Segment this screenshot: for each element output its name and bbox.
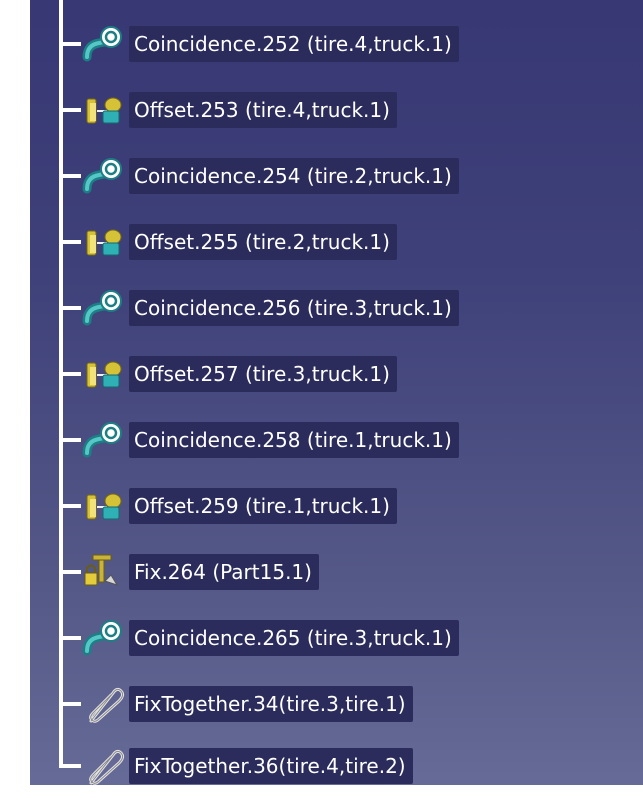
specification-tree-viewport: Coincidence.252 (tire.4,truck.1) Offset.… (0, 0, 643, 801)
coincidence-icon (81, 617, 127, 659)
tree-branch-line (59, 438, 81, 442)
tree-node-coincidence-258[interactable]: Coincidence.258 (tire.1,truck.1) (59, 418, 619, 462)
coincidence-icon (81, 23, 127, 65)
tree-node-label[interactable]: Coincidence.254 (tire.2,truck.1) (129, 158, 459, 194)
tree-branch-line (59, 702, 81, 706)
paperclip-icon (81, 683, 127, 725)
tree-node-label[interactable]: Offset.257 (tire.3,truck.1) (129, 356, 397, 392)
tree-node-offset-257[interactable]: Offset.257 (tire.3,truck.1) (59, 352, 619, 396)
tree-branch-line (59, 306, 81, 310)
coincidence-icon (81, 419, 127, 461)
tree-node-label[interactable]: Fix.264 (Part15.1) (129, 554, 319, 590)
tree-node-offset-259[interactable]: Offset.259 (tire.1,truck.1) (59, 484, 619, 528)
tree-node-fixtogether-34[interactable]: FixTogether.34(tire.3,tire.1) (59, 682, 619, 726)
tree-node-offset-255[interactable]: Offset.255 (tire.2,truck.1) (59, 220, 619, 264)
tree-branch-line (59, 108, 81, 112)
tree-node-label[interactable]: Offset.253 (tire.4,truck.1) (129, 92, 397, 128)
tree-branch-line (59, 764, 81, 768)
tree-node-label[interactable]: Coincidence.265 (tire.3,truck.1) (129, 620, 459, 656)
tree-node-label[interactable]: Coincidence.256 (tire.3,truck.1) (129, 290, 459, 326)
tree-node-label[interactable]: Offset.255 (tire.2,truck.1) (129, 224, 397, 260)
tree-node-label[interactable]: FixTogether.36(tire.4,tire.2) (129, 748, 413, 784)
tree-node-fixtogether-36[interactable]: FixTogether.36(tire.4,tire.2) (59, 744, 619, 788)
tree-node-label[interactable]: Coincidence.258 (tire.1,truck.1) (129, 422, 459, 458)
tree-branch-line (59, 504, 81, 508)
tree-branch-line (59, 174, 81, 178)
tree-node-fix-264[interactable]: Fix.264 (Part15.1) (59, 550, 619, 594)
tree-branch-line (59, 570, 81, 574)
offset-icon (81, 89, 127, 131)
coincidence-icon (81, 287, 127, 329)
fix-anchor-icon (81, 551, 127, 593)
tree-branch-line (59, 636, 81, 640)
offset-icon (81, 221, 127, 263)
offset-icon (81, 485, 127, 527)
tree-node-label[interactable]: Coincidence.252 (tire.4,truck.1) (129, 26, 459, 62)
tree-branch-line (59, 42, 81, 46)
tree-branch-line (59, 240, 81, 244)
tree-branch-line (59, 372, 81, 376)
tree-node-label[interactable]: FixTogether.34(tire.3,tire.1) (129, 686, 413, 722)
offset-icon (81, 353, 127, 395)
bottom-margin (0, 785, 643, 801)
tree-node-coincidence-254[interactable]: Coincidence.254 (tire.2,truck.1) (59, 154, 619, 198)
tree-node-coincidence-252[interactable]: Coincidence.252 (tire.4,truck.1) (59, 22, 619, 66)
coincidence-icon (81, 155, 127, 197)
paperclip-icon (81, 745, 127, 787)
tree-node-coincidence-256[interactable]: Coincidence.256 (tire.3,truck.1) (59, 286, 619, 330)
left-margin (0, 0, 30, 801)
tree-node-label[interactable]: Offset.259 (tire.1,truck.1) (129, 488, 397, 524)
tree-node-offset-253[interactable]: Offset.253 (tire.4,truck.1) (59, 88, 619, 132)
tree-node-coincidence-265[interactable]: Coincidence.265 (tire.3,truck.1) (59, 616, 619, 660)
